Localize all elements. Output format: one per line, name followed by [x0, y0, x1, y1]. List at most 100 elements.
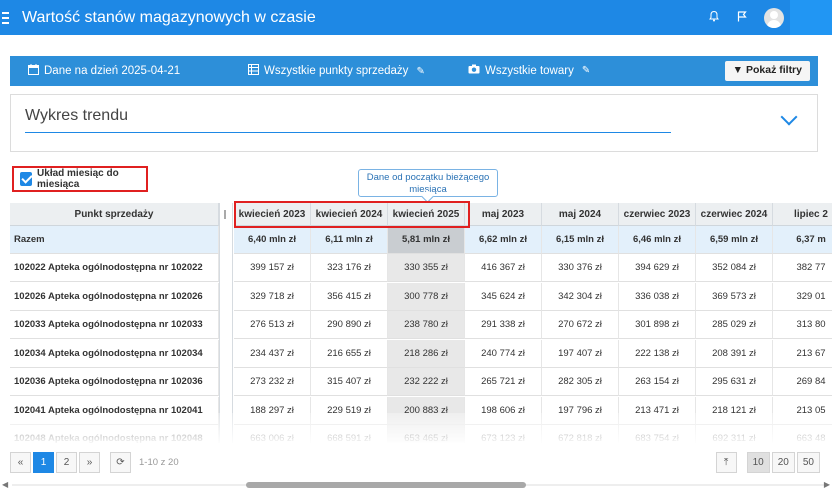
table-cell: 313 80 — [773, 311, 832, 340]
table-cell: 216 655 zł — [311, 339, 388, 368]
date-filter-label: Dane na dzień 2025-04-21 — [44, 65, 181, 77]
table-cell: 369 573 zł — [696, 282, 773, 311]
table-cell: 291 338 zł — [465, 311, 542, 340]
refresh-button[interactable]: ⟳ — [110, 452, 131, 473]
data-table: Punkt sprzedaży kwiecień 2023 kwiecień 202… — [10, 203, 832, 443]
total-cell: 6,46 mln zł — [619, 226, 696, 254]
table-cell: 416 367 zł — [465, 254, 542, 282]
table-fade-overlay — [10, 413, 832, 443]
table-cell: 394 629 zł — [619, 254, 696, 282]
edit-icon[interactable]: ✎ — [416, 66, 424, 77]
scroll-left-icon[interactable]: ◀ — [2, 480, 8, 489]
checkbox-checked-icon[interactable] — [20, 172, 33, 186]
table-cell: 240 774 zł — [465, 339, 542, 368]
table-cell: 218 286 zł — [388, 339, 465, 368]
page-size-20[interactable]: 20 — [771, 452, 795, 473]
column-header[interactable]: maj 2023 — [465, 203, 542, 226]
flag-icon[interactable] — [728, 10, 756, 25]
column-divider — [219, 203, 233, 443]
points-filter[interactable]: Wszystkie punkty sprzedaży ✎ — [248, 64, 425, 78]
table-cell: 345 624 zł — [465, 282, 542, 311]
filter-icon: ▼ — [732, 64, 744, 76]
page-info: 1-10 z 20 — [139, 457, 179, 468]
table-row-name[interactable]: 102026 Apteka ogólnodostępna nr 102026 — [10, 282, 219, 311]
trend-underline — [25, 132, 671, 133]
camera-icon — [468, 64, 480, 77]
top-app-bar: Wartość stanów magazynowych w czasie — [0, 0, 832, 35]
column-header[interactable]: maj 2024 — [542, 203, 619, 226]
tooltip: Dane od początku bieżącego miesiąca — [358, 169, 498, 197]
table-cell: 285 029 zł — [696, 311, 773, 340]
table-cell: 399 157 zł — [234, 254, 311, 282]
table-cell: 315 407 zł — [311, 368, 388, 397]
topbar-icons — [700, 0, 832, 35]
table-row-name[interactable]: 102022 Apteka ogólnodostępna nr 102022 — [10, 254, 219, 282]
highlight-box — [234, 201, 470, 228]
refresh-icon: ⟳ — [116, 457, 125, 468]
table-cell: 282 305 zł — [542, 368, 619, 397]
trend-chart-panel[interactable]: Wykres trendu — [10, 94, 818, 152]
store-icon — [248, 64, 259, 78]
table-cell: 234 437 zł — [234, 339, 311, 368]
pagination: « 1 2 » ⟳ 1-10 z 20 — [10, 452, 179, 473]
total-cell: 6,62 mln zł — [465, 226, 542, 254]
table-row-name[interactable]: 102036 Apteka ogólnodostępna nr 102036 — [10, 368, 219, 397]
table-cell: 197 407 zł — [542, 339, 619, 368]
table-cell: 301 898 zł — [619, 311, 696, 340]
total-cell: 6,11 mln zł — [311, 226, 388, 254]
table-cell: 232 222 zł — [388, 368, 465, 397]
calendar-icon — [28, 64, 39, 78]
page-1-button[interactable]: 1 — [33, 452, 54, 473]
hamburger-menu-icon[interactable] — [0, 0, 16, 35]
show-filters-button[interactable]: ▼ Pokaż filtry — [724, 61, 810, 81]
table-cell: 330 355 zł — [388, 254, 465, 282]
scrollbar-thumb[interactable] — [246, 482, 526, 488]
column-divider-handle-icon[interactable] — [224, 210, 226, 219]
export-button[interactable]: ⤒ — [715, 452, 737, 473]
user-avatar[interactable] — [764, 7, 784, 28]
table-cell: 290 890 zł — [311, 311, 388, 340]
goods-filter-label: Wszystkie towary — [485, 64, 574, 77]
table-cell: 208 391 zł — [696, 339, 773, 368]
page-title: Wartość stanów magazynowych w czasie — [22, 8, 316, 26]
column-header[interactable]: lipiec 2 — [773, 203, 832, 226]
table-cell: 270 672 zł — [542, 311, 619, 340]
total-row-label: Razem — [10, 226, 219, 254]
table-cell: 263 154 zł — [619, 368, 696, 397]
column-header[interactable]: czerwiec 2024 — [696, 203, 773, 226]
column-header[interactable]: czerwiec 2023 — [619, 203, 696, 226]
table-cell: 269 84 — [773, 368, 832, 397]
total-cell: 6,40 mln zł — [234, 226, 311, 254]
goods-filter[interactable]: Wszystkie towary ✎ — [468, 64, 590, 77]
month-to-month-toggle[interactable]: Układ miesiąc do miesiąca — [12, 166, 148, 192]
table-cell: 238 780 zł — [388, 311, 465, 340]
scroll-right-icon[interactable]: ▶ — [824, 480, 830, 489]
bell-icon[interactable] — [700, 10, 728, 25]
next-page-button[interactable]: » — [79, 452, 100, 473]
table-cell: 329 01 — [773, 283, 832, 311]
table-cell: 300 778 zł — [388, 282, 465, 311]
column-header-name[interactable]: Punkt sprzedaży — [10, 203, 219, 226]
horizontal-scrollbar[interactable]: ◀ ▶ — [2, 480, 830, 489]
filter-bar: Dane na dzień 2025-04-21 Wszystkie punkt… — [10, 56, 818, 86]
table-row-name[interactable]: 102033 Apteka ogólnodostępna nr 102033 — [10, 311, 219, 340]
user-menu-button[interactable] — [790, 0, 832, 35]
upload-icon: ⤒ — [723, 457, 729, 468]
page-size-10[interactable]: 10 — [746, 452, 770, 473]
table-cell: 276 513 zł — [234, 311, 311, 340]
total-cell: 6,37 m — [773, 226, 832, 254]
table-cell: 273 232 zł — [234, 368, 311, 397]
table-cell: 329 718 zł — [234, 282, 311, 311]
total-cell: 6,15 mln zł — [542, 226, 619, 254]
table-row-name[interactable]: 102034 Apteka ogólnodostępna nr 102034 — [10, 339, 219, 368]
table-cell: 330 376 zł — [542, 254, 619, 282]
chevron-down-icon[interactable] — [780, 108, 798, 126]
date-filter[interactable]: Dane na dzień 2025-04-21 — [28, 64, 180, 78]
page-2-button[interactable]: 2 — [56, 452, 77, 473]
edit-icon[interactable]: ✎ — [582, 65, 590, 76]
page-size-50[interactable]: 50 — [796, 452, 820, 473]
total-cell: 5,81 mln zł — [388, 226, 465, 254]
table-cell: 323 176 zł — [311, 254, 388, 282]
trend-chart-label: Wykres trendu — [25, 107, 128, 124]
prev-page-button[interactable]: « — [10, 452, 31, 473]
